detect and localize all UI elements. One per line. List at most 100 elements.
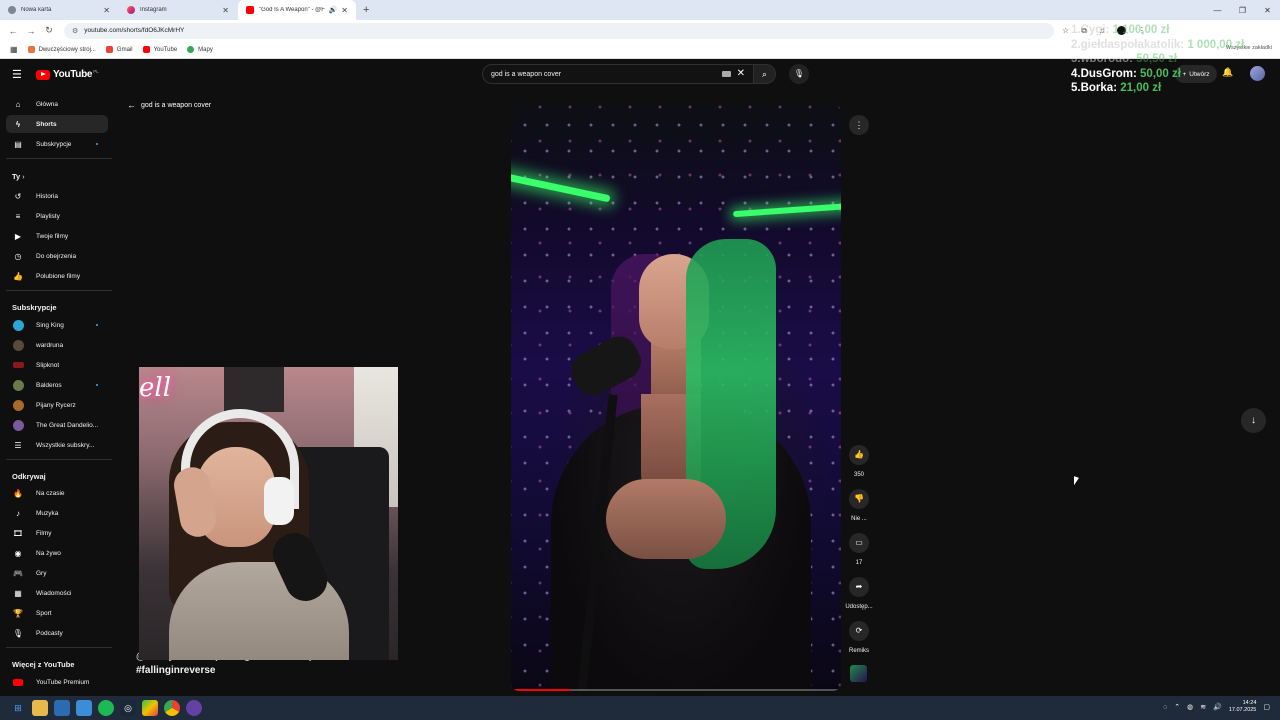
wifi-icon[interactable]: ≋ [1200,703,1206,711]
site-info-icon[interactable]: ⚙ [72,27,78,35]
weather-icon[interactable]: ◌ [1163,704,1167,711]
sidebar-channel-item[interactable]: Pijany Rycerz [6,396,108,414]
clear-search-icon[interactable]: ✕ [737,68,745,79]
new-content-dot [96,324,98,326]
chrome-icon[interactable] [164,700,180,716]
close-tab-icon[interactable]: ✕ [341,6,348,15]
clock[interactable]: 14:24 17.07.2025 [1229,700,1257,714]
sidebar-item-music[interactable]: ♪ Muzyka [6,504,108,522]
volume-icon[interactable]: 🔊 [1213,703,1222,711]
photos-icon[interactable] [76,700,92,716]
apps-grid-icon[interactable]: ▦ [10,45,18,54]
sidebar-item-your-videos[interactable]: ▶ Twoje filmy [6,227,108,245]
close-tab-icon[interactable]: ✕ [103,6,110,15]
thumbs-up-icon: 👍 [849,445,869,465]
music-icon: ♪ [16,508,20,518]
clock-time: 14:24 [1242,700,1257,706]
sidebar-item-trending[interactable]: 🔥 Na czasie [6,484,108,502]
voice-search-button[interactable]: 🎙 [789,64,809,84]
sidebar-item-subscriptions[interactable]: ▤ Subskrypcje [6,135,108,153]
minimize-icon[interactable]: — [1205,6,1230,15]
sidebar-item-podcasts[interactable]: 🎙 Podcasty [6,624,108,642]
remix-button[interactable]: ⟳ Remiks [845,621,873,654]
forward-arrow-icon[interactable]: → [22,26,40,36]
dislike-button[interactable]: 👎 Nie ... [845,489,873,522]
bookmark-item[interactable]: Dwuczęściowy stroj... [27,46,96,53]
back-to-search-link[interactable]: ← god is a weapon cover [127,100,211,110]
video-progress-bar[interactable] [511,689,841,691]
sidebar-item-all-subscriptions[interactable]: ☰ Wszystkie subskry... [6,436,108,454]
next-short-button[interactable]: ↓ [1241,408,1266,433]
back-arrow-icon[interactable]: ← [4,26,22,36]
section-you-heading[interactable]: Ty › [12,172,25,181]
search-input[interactable]: god is a weapon cover ✕ [482,64,754,84]
divider [6,158,112,159]
like-button[interactable]: 👍 350 [845,445,873,478]
live-icon: ◉ [14,548,22,558]
tab-instagram[interactable]: Instagram ✕ [119,0,237,20]
maximize-icon[interactable]: ❐ [1230,6,1255,15]
calculator-icon[interactable] [54,700,70,716]
shorts-video-player[interactable] [511,104,841,691]
new-tab-button[interactable]: + [363,4,369,16]
shorts-icon: ϟ [15,119,21,129]
notifications-icon[interactable]: ▢ [1263,703,1270,711]
youtube-logo[interactable]: YouTube PL [36,69,99,80]
sidebar-item-live[interactable]: ◉ Na żywo [6,544,108,562]
sidebar-item-news[interactable]: ▦ Wiadomości [6,584,108,602]
windows-start-icon[interactable]: ⊞ [10,700,26,716]
speaker-icon[interactable]: 🔊 [329,6,338,14]
file-explorer-icon[interactable] [32,700,48,716]
youtube-icon [142,46,150,53]
share-button[interactable]: ➦ Udostęp... [845,577,873,610]
tab-youtube-short[interactable]: "God Is A Weapon" - @Fall 🔊 ✕ [238,0,356,20]
close-window-icon[interactable]: ✕ [1255,6,1280,15]
sport-icon: 🏆 [13,608,23,618]
more-options-button[interactable]: ⋮ [849,115,869,135]
clock-date: 17.07.2025 [1228,707,1257,713]
sidebar-channel-item[interactable]: Slipknot [6,356,108,374]
bookmark-item[interactable]: Mapy [187,46,213,53]
sidebar-item-history[interactable]: ↺ Historia [6,187,108,205]
app-icon[interactable] [142,700,158,716]
sidebar-channel-item[interactable]: Sing King [6,316,108,334]
video-caption-hashtag[interactable]: #fallinginreverse [136,665,215,676]
account-avatar[interactable] [1250,66,1265,81]
close-tab-icon[interactable]: ✕ [222,6,229,15]
security-icon[interactable]: ◍ [1187,703,1193,711]
donation-leaderboard: 1.Cygi: 1 100,00 zł 2.giełdaspołakatolik… [1071,23,1244,96]
search-value: god is a weapon cover [491,70,562,78]
sidebar-item-playlists[interactable]: ≡ Playlisty [6,207,108,225]
keyboard-icon[interactable] [722,71,731,77]
obs-icon[interactable] [186,700,202,716]
comments-button[interactable]: ▭ 17 [845,533,873,566]
sidebar-item-gaming[interactable]: 🎮 Gry [6,564,108,582]
sidebar-item-shorts[interactable]: ϟ Shorts [6,115,108,133]
sidebar-item-home[interactable]: ⌂ Główna [6,95,108,113]
channel-avatar [12,319,24,331]
sidebar-channel-item[interactable]: wardruna [6,336,108,354]
url-input[interactable]: ⚙ youtube.com/shorts/fdO6JKcMrHY [64,22,1054,39]
bookmark-item[interactable]: YouTube [142,46,177,53]
sound-thumbnail[interactable] [850,665,867,682]
sidebar-item-sport[interactable]: 🏆 Sport [6,604,108,622]
star-icon[interactable]: ☆ [1062,26,1069,35]
steam-icon[interactable]: ◎ [120,700,136,716]
search-button[interactable]: ⌕ [754,64,776,84]
menu-icon[interactable]: ☰ [12,68,22,81]
tab-new-tab[interactable]: Nowa karta ✕ [0,0,118,20]
sidebar-channel-item[interactable]: The Great Dandelio... [6,416,108,434]
donation-entry: 5.Borka: 21,00 zł [1071,82,1162,94]
sidebar-item-liked-videos[interactable]: 👍 Polubione filmy [6,267,108,285]
sidebar-item-movies[interactable]: 🎞 Filmy [6,524,108,542]
sidebar-item-label: Do obejrzenia [36,252,77,260]
sidebar-item-youtube-premium[interactable]: YouTube Premium [6,673,108,691]
sidebar-item-watch-later[interactable]: ◷ Do obejrzenia [6,247,108,265]
spotify-icon[interactable] [98,700,114,716]
bookmark-item[interactable]: Gmail [105,46,133,53]
sidebar-channel-item[interactable]: Balderos [6,376,108,394]
chevron-up-icon[interactable]: ⌃ [1174,703,1180,711]
new-content-dot [96,143,98,145]
reload-icon[interactable]: ↻ [40,25,58,36]
sidebar-item-label: Wszystkie subskry... [36,441,95,449]
